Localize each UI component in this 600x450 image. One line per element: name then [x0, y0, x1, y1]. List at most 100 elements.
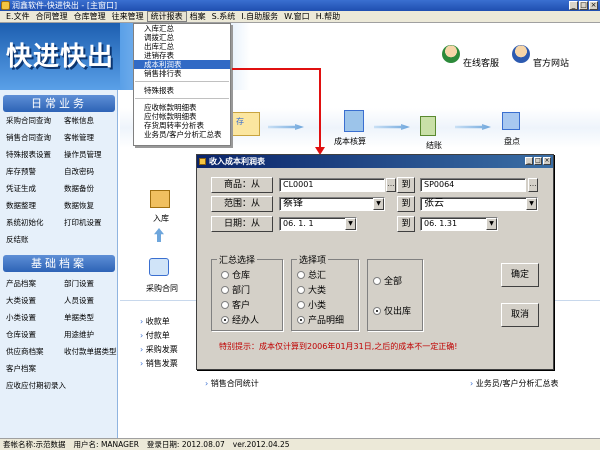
menu-item[interactable]: 特殊报表 — [134, 86, 230, 95]
radio-handler[interactable]: 经办人 — [221, 312, 259, 327]
menu-archive[interactable]: 档案 — [187, 11, 209, 22]
maximize-icon[interactable]: □ — [579, 1, 588, 10]
sidebar-item[interactable]: 客帐信息 — [64, 114, 116, 128]
settlement-icon[interactable] — [420, 116, 436, 136]
official-site-link[interactable]: 官方网站 — [533, 56, 569, 69]
inventory-icon[interactable] — [502, 112, 520, 130]
cost-accounting-icon[interactable] — [344, 110, 364, 132]
official-site-icon[interactable] — [512, 45, 530, 63]
radio-minor-class[interactable]: 小类 — [297, 297, 344, 312]
range-to-button[interactable]: 到 — [397, 196, 415, 212]
chevron-down-icon[interactable]: ▼ — [345, 218, 356, 230]
sidebar-item[interactable]: 打印机设置 — [64, 216, 116, 230]
close-icon[interactable]: × — [543, 157, 551, 165]
sales-contract-stats-link[interactable]: 销售合同统计 — [205, 377, 259, 391]
radio-product-detail[interactable]: 产品明细 — [297, 312, 344, 327]
radio-total[interactable]: 总汇 — [297, 267, 344, 282]
radio-department[interactable]: 部门 — [221, 282, 259, 297]
menu-file[interactable]: E.文件 — [3, 11, 33, 22]
sidebar-item[interactable]: 收付款单据类型 — [64, 345, 117, 359]
product-from-button[interactable]: 商品：从 — [211, 177, 273, 193]
dialog-title-bar[interactable]: 收入成本利润表 — [197, 155, 553, 168]
menu-warehouse[interactable]: 仓库管理 — [71, 11, 109, 22]
inventory-label[interactable]: 盘点 — [504, 136, 520, 147]
sidebar-item[interactable]: 供应商档案 — [6, 345, 64, 359]
sidebar-item[interactable]: 用途维护 — [64, 328, 116, 342]
sidebar-item[interactable]: 操作员管理 — [64, 148, 116, 162]
sidebar-item[interactable]: 客帐管理 — [64, 131, 116, 145]
menu-item[interactable]: 调拨汇总 — [134, 33, 230, 42]
receipt-link[interactable]: 收款单 — [140, 315, 178, 329]
sidebar-item[interactable]: 自改密码 — [64, 165, 116, 179]
menu-contract[interactable]: 合同管理 — [33, 11, 71, 22]
maximize-icon[interactable]: □ — [534, 157, 542, 165]
product-to-button[interactable]: 到 — [397, 177, 415, 193]
sidebar-item[interactable]: 数据恢复 — [64, 199, 116, 213]
inbound-label[interactable]: 入库 — [153, 213, 169, 224]
product-to-input[interactable]: SP0064 — [420, 178, 526, 192]
minimize-icon[interactable]: _ — [525, 157, 533, 165]
sidebar-item[interactable]: 小类设置 — [6, 311, 64, 325]
menu-system[interactable]: S.系统 — [209, 11, 239, 22]
online-service-icon[interactable] — [442, 45, 460, 63]
payment-link[interactable]: 付款单 — [140, 329, 178, 343]
sidebar-item[interactable]: 部门设置 — [64, 277, 116, 291]
sidebar-item[interactable]: 反结账 — [6, 233, 64, 247]
sidebar-item[interactable]: 凭证生成 — [6, 182, 64, 196]
sidebar-item[interactable]: 特殊报表设置 — [6, 148, 64, 162]
sidebar-item[interactable]: 大类设置 — [6, 294, 64, 308]
inbound-icon[interactable] — [150, 190, 170, 208]
date-from-button[interactable]: 日期：从 — [211, 216, 273, 232]
sidebar-item[interactable]: 产品档案 — [6, 277, 64, 291]
product-to-browse-button[interactable]: … — [528, 178, 538, 192]
menu-help[interactable]: H.帮助 — [313, 11, 343, 22]
sidebar-item[interactable]: 客户档案 — [6, 362, 64, 376]
radio-major-class[interactable]: 大类 — [297, 282, 344, 297]
range-from-button[interactable]: 范围：从 — [211, 196, 273, 212]
chevron-down-icon[interactable]: ▼ — [486, 218, 497, 230]
menu-item[interactable]: 进销存表 — [134, 51, 230, 60]
menu-item[interactable]: 入库汇总 — [134, 24, 230, 33]
radio-customer[interactable]: 客户 — [221, 297, 259, 312]
radio-warehouse[interactable]: 仓库 — [221, 267, 259, 282]
menu-accounts[interactable]: 往来管理 — [109, 11, 147, 22]
cancel-button[interactable]: 取消 — [501, 303, 539, 327]
sidebar-item[interactable]: 数据整理 — [6, 199, 64, 213]
menu-window[interactable]: W.窗口 — [281, 11, 313, 22]
close-icon[interactable]: × — [589, 1, 598, 10]
menu-item[interactable]: 应付帐款明细表 — [134, 112, 230, 121]
menu-item[interactable]: 应收帐款明细表 — [134, 103, 230, 112]
sidebar-item[interactable]: 人员设置 — [64, 294, 116, 308]
product-from-browse-button[interactable]: … — [386, 178, 396, 192]
settlement-label[interactable]: 结账 — [426, 140, 442, 151]
menu-item[interactable]: 出库汇总 — [134, 42, 230, 51]
range-to-select[interactable]: 张云 — [420, 197, 538, 211]
sidebar-item[interactable]: 仓库设置 — [6, 328, 64, 342]
sidebar-item[interactable]: 应收应付期初录入 — [6, 379, 116, 393]
cost-accounting-label[interactable]: 成本核算 — [334, 136, 366, 147]
chevron-down-icon[interactable]: ▼ — [373, 198, 384, 210]
date-to-button[interactable]: 到 — [397, 216, 415, 232]
minimize-icon[interactable]: _ — [569, 1, 578, 10]
purchase-invoice-link[interactable]: 采购发票 — [140, 343, 178, 357]
menu-item-highlighted[interactable]: 成本利润表 — [134, 60, 230, 69]
radio-all[interactable]: 全部 — [373, 273, 411, 288]
salesman-report-link[interactable]: 业务员/客户分析汇总表 — [470, 377, 559, 391]
product-from-input[interactable]: CL0001 — [279, 178, 385, 192]
sidebar-item[interactable]: 单据类型 — [64, 311, 116, 325]
sidebar-item[interactable]: 销售合同查询 — [6, 131, 64, 145]
chevron-down-icon[interactable]: ▼ — [526, 198, 537, 210]
sidebar-item[interactable]: 库存预警 — [6, 165, 64, 179]
menu-item[interactable]: 存货周转率分析表 — [134, 121, 230, 130]
range-from-select[interactable]: 蔡锋 — [279, 197, 385, 211]
sidebar-item[interactable]: 系统初始化 — [6, 216, 64, 230]
purchase-contract-icon[interactable] — [149, 258, 169, 276]
purchase-contract-label[interactable]: 采购合同 — [146, 283, 178, 294]
menu-self-service[interactable]: I.自助服务 — [238, 11, 281, 22]
sidebar-item[interactable]: 数据备份 — [64, 182, 116, 196]
menu-reports[interactable]: 统计报表 — [146, 11, 187, 22]
sales-invoice-link[interactable]: 销售发票 — [140, 357, 178, 371]
menu-item[interactable]: 业务员/客户分析汇总表 — [134, 130, 230, 139]
window-title-bar[interactable]: 润鑫软件-快进快出 - [主窗口] — [0, 0, 600, 11]
online-service-link[interactable]: 在线客服 — [463, 56, 499, 69]
